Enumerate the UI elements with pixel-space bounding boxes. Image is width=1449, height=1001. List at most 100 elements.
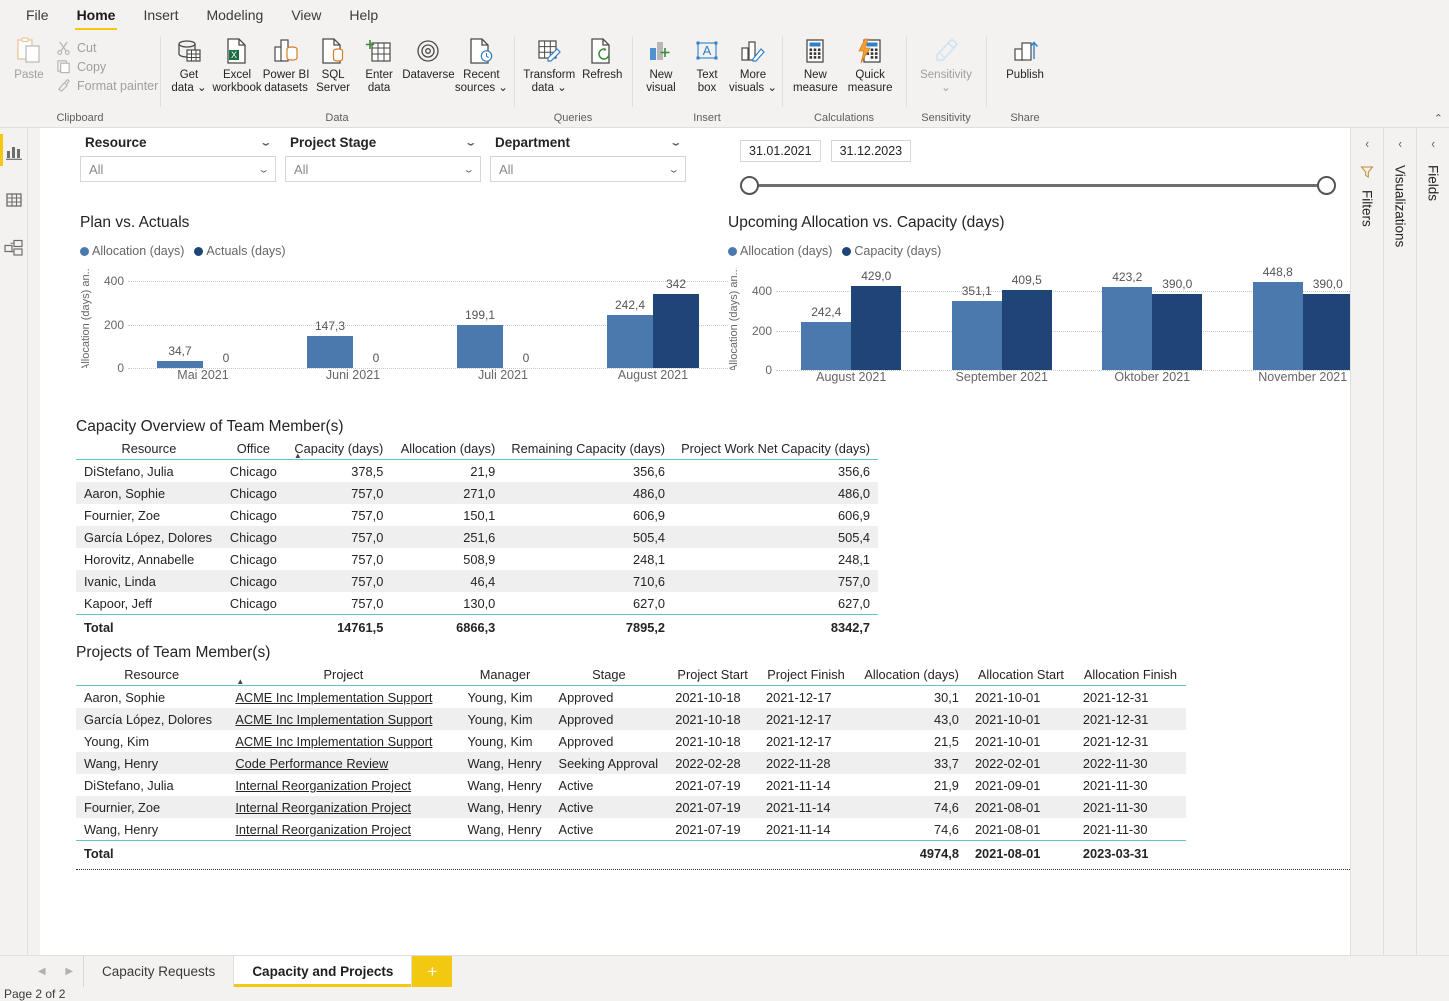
enter-data-button[interactable]: Enter data (356, 33, 402, 95)
panel-visualizations[interactable]: ‹ Visualizations (1383, 128, 1416, 955)
sidebar-item-report-view[interactable] (0, 134, 28, 166)
ribbon-tab-modeling[interactable]: Modeling (192, 3, 277, 28)
col-header-stage[interactable]: Stage (550, 664, 668, 686)
slicer-project-stage-header[interactable]: Project Stage ⌄ (285, 132, 481, 156)
legend-item-allocation[interactable]: Allocation (days) (80, 244, 184, 258)
expand-filters-chevron-icon[interactable]: ‹ (1365, 136, 1369, 151)
slider-handle-start[interactable] (740, 176, 759, 195)
legend-item-allocation[interactable]: Allocation (days) (728, 244, 832, 258)
bar-actuals[interactable]: 342 (653, 277, 699, 368)
sensitivity-button[interactable]: Sensitivity ⌄ (915, 33, 977, 95)
col-header-allocation[interactable]: Allocation (days) (391, 438, 504, 460)
cell-project-link[interactable]: Internal Reorganization Project (235, 822, 411, 837)
table-row[interactable]: Horovitz, Annabelle Chicago 757,0 508,9 … (76, 548, 878, 570)
col-header-resource[interactable]: Resource (76, 664, 228, 686)
bar-allocation[interactable]: 423,2 (1102, 270, 1153, 370)
table-row[interactable]: Aaron, Sophie Chicago 757,0 271,0 486,0 … (76, 482, 878, 504)
slicer-department-header[interactable]: Department ⌄ (490, 132, 686, 156)
bar-allocation[interactable]: 242,4 (607, 298, 653, 368)
bar-capacity[interactable]: 429,0 (851, 269, 902, 370)
page-tab-capacity-and-projects[interactable]: Capacity and Projects (234, 956, 413, 987)
cell-project-link[interactable]: Code Performance Review (235, 756, 388, 771)
publish-button[interactable]: Publish (1001, 33, 1049, 82)
cell-project-link[interactable]: ACME Inc Implementation Support (235, 734, 432, 749)
col-header-project-work-net-capacity[interactable]: Project Work Net Capacity (days) (673, 438, 878, 460)
bar-allocation[interactable]: 34,7 (157, 344, 203, 368)
col-header-capacity[interactable]: Capacity (days) ▲ (284, 438, 392, 460)
panel-fields[interactable]: ‹ Fields (1416, 128, 1449, 955)
expand-visualizations-chevron-icon[interactable]: ‹ (1398, 136, 1402, 151)
table-row[interactable]: Wang, Henry Internal Reorganization Proj… (76, 818, 1186, 841)
power-bi-datasets-button[interactable]: Power BI datasets (262, 33, 310, 95)
table-row[interactable]: García López, Dolores ACME Inc Implement… (76, 708, 1186, 730)
date-range-start-input[interactable]: 31.01.2021 (740, 140, 821, 162)
cell-project-link[interactable]: ACME Inc Implementation Support (235, 690, 432, 705)
chart-plan-vs-actuals[interactable]: Plan vs. Actuals Allocation (days) Actua… (80, 214, 728, 404)
page-next-icon[interactable]: ▶ (65, 966, 73, 977)
sidebar-item-data-view[interactable] (0, 188, 28, 214)
col-header-project-start[interactable]: Project Start (667, 664, 759, 686)
paste-button[interactable]: Paste (6, 33, 52, 82)
new-visual-button[interactable]: New visual (638, 33, 684, 95)
col-header-project[interactable]: Project ▲ (227, 664, 460, 686)
legend-item-actuals[interactable]: Actuals (days) (194, 244, 286, 258)
more-visuals-button[interactable]: More visuals ⌄ (729, 33, 777, 95)
bar-allocation[interactable]: 199,1 (457, 308, 503, 368)
slicer-resource-header[interactable]: Resource ⌄ (80, 132, 276, 156)
bar-capacity[interactable]: 409,5 (1001, 273, 1052, 370)
col-header-allocation-days[interactable]: Allocation (days) (853, 664, 967, 686)
table-row[interactable]: DiStefano, Julia Chicago 378,5 21,9 356,… (76, 460, 878, 483)
page-tab-capacity-requests[interactable]: Capacity Requests (84, 956, 235, 987)
cell-project-link[interactable]: Internal Reorganization Project (235, 778, 411, 793)
refresh-button[interactable]: Refresh (578, 33, 626, 82)
ribbon-tab-file[interactable]: File (12, 3, 63, 28)
col-header-project-finish[interactable]: Project Finish (758, 664, 854, 686)
col-header-allocation-start[interactable]: Allocation Start (966, 664, 1075, 686)
recent-sources-button[interactable]: Recent sources ⌄ (455, 33, 508, 95)
panel-filters[interactable]: ‹ Filters (1350, 128, 1383, 955)
date-range-slider[interactable] (740, 176, 1336, 195)
ribbon-tab-insert[interactable]: Insert (129, 3, 192, 28)
legend-item-capacity[interactable]: Capacity (days) (842, 244, 941, 258)
table-row[interactable]: Aaron, Sophie ACME Inc Implementation Su… (76, 686, 1186, 709)
bar-allocation[interactable]: 242,4 (801, 305, 852, 370)
col-header-resource[interactable]: Resource (76, 438, 222, 460)
col-header-manager[interactable]: Manager (459, 664, 551, 686)
collapse-ribbon-button[interactable]: ⌃ (1434, 112, 1443, 125)
table-capacity-overview[interactable]: Capacity Overview of Team Member(s) Reso… (76, 418, 1350, 639)
new-measure-button[interactable]: New measure (788, 33, 843, 95)
get-data-button[interactable]: Get data ⌄ (166, 33, 212, 95)
slicer-department-dropdown[interactable]: All ⌄ (490, 156, 686, 182)
ribbon-tab-home[interactable]: Home (63, 3, 130, 31)
bar-allocation[interactable]: 351,1 (951, 284, 1002, 370)
expand-fields-chevron-icon[interactable]: ‹ (1431, 136, 1435, 151)
slicer-project-stage-dropdown[interactable]: All ⌄ (285, 156, 481, 182)
ribbon-tab-help[interactable]: Help (335, 3, 392, 28)
cell-project-link[interactable]: ACME Inc Implementation Support (235, 712, 432, 727)
text-box-button[interactable]: A Text box (684, 33, 730, 95)
table-row[interactable]: Fournier, Zoe Internal Reorganization Pr… (76, 796, 1186, 818)
table-row[interactable]: Ivanic, Linda Chicago 757,0 46,4 710,6 7… (76, 570, 878, 592)
transform-data-button[interactable]: Transform data ⌄ (520, 33, 578, 95)
table-row[interactable]: Kapoor, Jeff Chicago 757,0 130,0 627,0 6… (76, 592, 878, 615)
cut-button[interactable]: Cut (52, 39, 162, 56)
slider-handle-end[interactable] (1317, 176, 1336, 195)
date-range-end-input[interactable]: 31.12.2023 (830, 140, 912, 162)
slicer-resource-dropdown[interactable]: All ⌄ (80, 156, 276, 182)
bar-allocation[interactable]: 448,8 (1252, 265, 1303, 370)
add-page-button[interactable]: + (412, 956, 453, 987)
bar-capacity[interactable]: 390,0 (1152, 277, 1203, 370)
table-row[interactable]: DiStefano, Julia Internal Reorganization… (76, 774, 1186, 796)
copy-button[interactable]: Copy (52, 58, 162, 75)
table-row[interactable]: Young, Kim ACME Inc Implementation Suppo… (76, 730, 1186, 752)
col-header-office[interactable]: Office (221, 438, 285, 460)
sidebar-item-model-view[interactable] (0, 236, 28, 262)
table-row[interactable]: Wang, Henry Code Performance Review Wang… (76, 752, 1186, 774)
table-row[interactable]: García López, Dolores Chicago 757,0 251,… (76, 526, 878, 548)
cell-project-link[interactable]: Internal Reorganization Project (235, 800, 411, 815)
table-projects[interactable]: Projects of Team Member(s) Resource Proj… (76, 644, 1350, 870)
excel-workbook-button[interactable]: X Excel workbook (212, 33, 262, 95)
sql-server-button[interactable]: SQL Server (310, 33, 356, 95)
bar-allocation[interactable]: 147,3 (307, 319, 353, 368)
page-prev-icon[interactable]: ◀ (38, 966, 46, 977)
